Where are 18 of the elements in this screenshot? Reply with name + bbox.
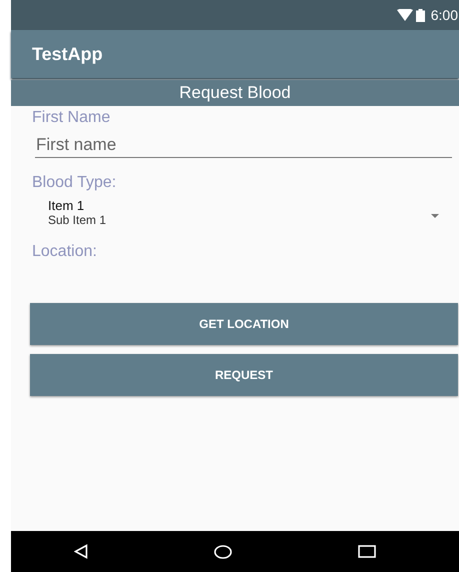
recents-icon[interactable] (358, 545, 376, 558)
battery-icon (416, 8, 425, 22)
app-title: TestApp (32, 44, 103, 64)
dropdown-item: Item 1 (48, 198, 86, 213)
field-label: Location: (32, 243, 98, 261)
wifi-icon (396, 9, 413, 21)
input-field[interactable]: First name (35, 135, 452, 158)
back-icon[interactable] (74, 544, 88, 559)
action-button[interactable]: GET LOCATION (30, 303, 458, 345)
blood-type-dropdown[interactable]: Item 1 Sub Item 1 (48, 198, 439, 227)
home-icon[interactable] (214, 544, 232, 558)
clock-time: 6:00 (430, 7, 458, 23)
field-label: Blood Type: (32, 174, 118, 192)
field-label: First Name (32, 109, 112, 127)
dropdown-subitem: Sub Item 1 (48, 213, 106, 227)
caret-icon (431, 214, 439, 218)
page-title: Request Blood (179, 83, 291, 103)
action-button[interactable]: REQUEST (30, 354, 458, 396)
